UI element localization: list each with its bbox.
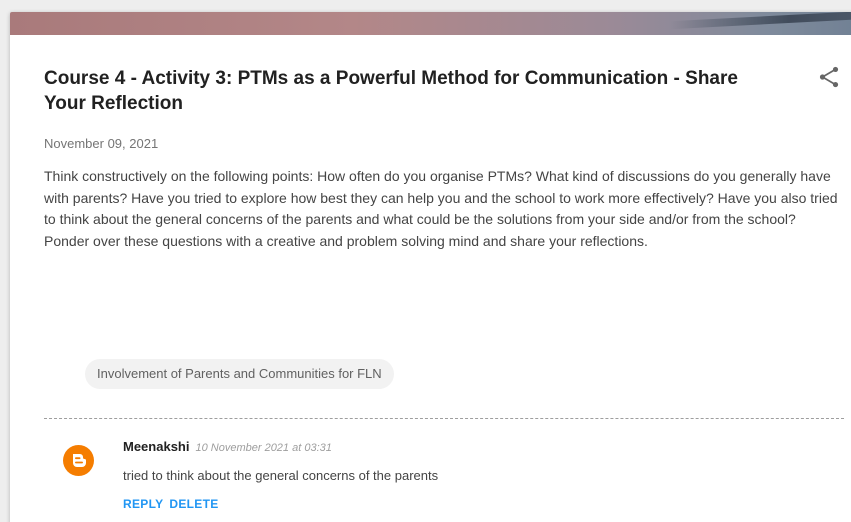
page: Course 4 - Activity 3: PTMs as a Powerfu… bbox=[0, 0, 851, 522]
post-title[interactable]: Course 4 - Activity 3: PTMs as a Powerfu… bbox=[44, 66, 774, 116]
comments-divider bbox=[44, 418, 844, 419]
comment-text: tried to think about the general concern… bbox=[123, 468, 439, 483]
post-card: Course 4 - Activity 3: PTMs as a Powerfu… bbox=[10, 12, 851, 522]
header-banner-image bbox=[10, 12, 851, 35]
comment-author[interactable]: Meenakshi bbox=[123, 439, 189, 454]
post-label-chip[interactable]: Involvement of Parents and Communities f… bbox=[85, 359, 394, 389]
banner-cloud-streak bbox=[670, 12, 851, 30]
comment-header: Meenakshi 10 November 2021 at 03:31 bbox=[123, 439, 332, 454]
post-date[interactable]: November 09, 2021 bbox=[44, 136, 158, 151]
reply-button[interactable]: REPLY bbox=[123, 497, 163, 511]
share-icon[interactable] bbox=[816, 64, 842, 90]
comment-actions: REPLY DELETE bbox=[123, 497, 225, 511]
comment-timestamp[interactable]: 10 November 2021 at 03:31 bbox=[195, 442, 331, 454]
blogger-icon[interactable] bbox=[63, 445, 94, 476]
delete-button[interactable]: DELETE bbox=[169, 497, 218, 511]
post-body: Think constructively on the following po… bbox=[44, 168, 838, 249]
